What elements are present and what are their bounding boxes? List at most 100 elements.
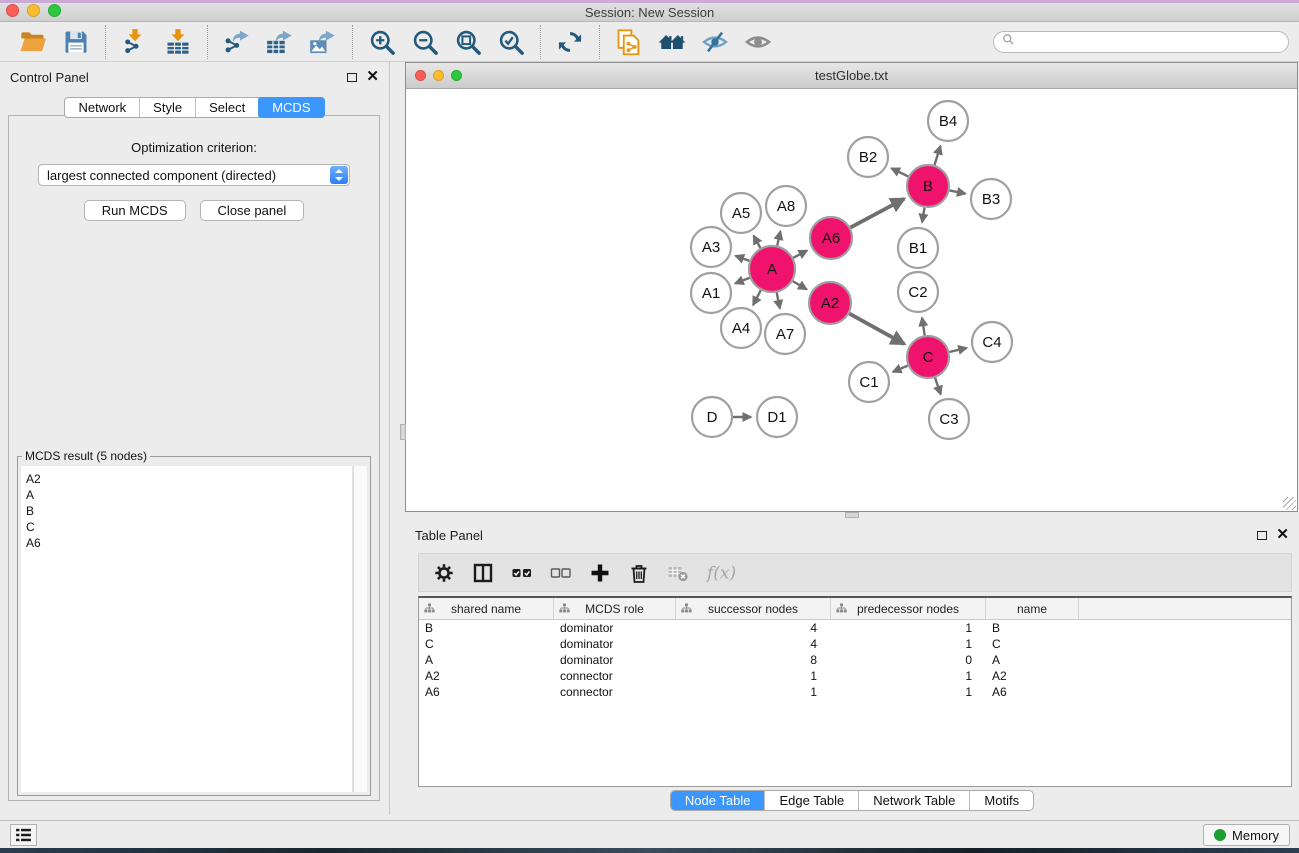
deselect-all-columns-icon[interactable] <box>550 560 572 586</box>
home-layout-icon[interactable] <box>654 25 690 59</box>
mcds-result-item[interactable]: A6 <box>26 535 352 551</box>
save-session-icon[interactable] <box>58 25 94 59</box>
table-row[interactable]: A2connector11A2 <box>419 668 1291 684</box>
graph-node-C[interactable]: C <box>907 336 949 378</box>
column-header-shared-name[interactable]: shared name <box>419 598 554 619</box>
zoom-fit-icon[interactable] <box>450 25 486 59</box>
graph-node-B4[interactable]: B4 <box>928 101 968 141</box>
memory-label: Memory <box>1232 828 1279 843</box>
graph-node-B2[interactable]: B2 <box>848 137 888 177</box>
select-all-columns-icon[interactable] <box>511 560 533 586</box>
duplicate-network-icon[interactable] <box>611 25 647 59</box>
close-panel-button[interactable]: Close panel <box>200 200 305 221</box>
tab-node-table[interactable]: Node Table <box>671 791 766 810</box>
graph-node-A1[interactable]: A1 <box>691 273 731 313</box>
mcds-result-list[interactable]: A2ABCA6 <box>21 466 353 792</box>
memory-button[interactable]: Memory <box>1203 824 1290 846</box>
settings-gear-icon[interactable] <box>433 560 455 586</box>
mcds-result-item[interactable]: A2 <box>26 471 352 487</box>
network-canvas[interactable]: B4 B2 B B3 A5A8A6 A3 B1 A A1 C2 A2 A4A7 C4 C C1 D D1 C3 <box>406 89 1297 511</box>
network-window-titlebar[interactable]: testGlobe.txt <box>406 63 1297 89</box>
criterion-select[interactable]: largest connected component (directed) <box>38 164 350 186</box>
mcds-result-item[interactable]: B <box>26 503 352 519</box>
table-header-row: shared nameMCDS rolesuccessor nodesprede… <box>419 598 1291 620</box>
table-cell: 1 <box>831 684 986 700</box>
zoom-out-icon[interactable] <box>407 25 443 59</box>
network-graph[interactable]: B4 B2 B B3 A5A8A6 A3 B1 A A1 C2 A2 A4A7 C4 C C1 D D1 C3 <box>406 89 1297 511</box>
delete-table-icon[interactable] <box>667 560 689 586</box>
tab-network-table[interactable]: Network Table <box>859 791 970 810</box>
tab-mcds[interactable]: MCDS <box>258 97 324 118</box>
close-window-button[interactable] <box>6 4 19 17</box>
close-table-panel-icon[interactable]: ✕ <box>1276 530 1289 540</box>
import-table-icon[interactable] <box>160 25 196 59</box>
graph-node-B1[interactable]: B1 <box>898 228 938 268</box>
float-table-panel-icon[interactable] <box>1257 531 1267 540</box>
add-column-icon[interactable] <box>589 560 611 586</box>
graph-node-A6[interactable]: A6 <box>810 217 852 259</box>
tab-network[interactable]: Network <box>65 98 140 117</box>
splitter-handle-vertical[interactable] <box>400 424 406 440</box>
graph-node-A3[interactable]: A3 <box>691 227 731 267</box>
tab-edge-table[interactable]: Edge Table <box>765 791 859 810</box>
graph-node-A4[interactable]: A4 <box>721 308 761 348</box>
export-image-icon[interactable] <box>305 25 341 59</box>
close-panel-icon[interactable]: ✕ <box>366 72 379 82</box>
network-column-icon <box>424 603 435 617</box>
mcds-result-item[interactable]: C <box>26 519 352 535</box>
show-graphics-details-icon[interactable] <box>740 25 776 59</box>
column-header-successor-nodes[interactable]: successor nodes <box>676 598 831 619</box>
table-row[interactable]: Bdominator41B <box>419 620 1291 636</box>
tab-select[interactable]: Select <box>196 98 259 117</box>
table-row[interactable]: Adominator80A <box>419 652 1291 668</box>
splitter-handle-horizontal[interactable] <box>845 512 859 518</box>
graph-node-B3[interactable]: B3 <box>971 179 1011 219</box>
refresh-icon[interactable] <box>552 25 588 59</box>
graph-node-C2[interactable]: C2 <box>898 272 938 312</box>
network-minimize-button[interactable] <box>433 70 444 81</box>
graph-node-D[interactable]: D <box>692 397 732 437</box>
zoom-selected-icon[interactable] <box>493 25 529 59</box>
column-header-name[interactable]: name <box>986 598 1079 619</box>
hide-graphics-details-icon[interactable] <box>697 25 733 59</box>
network-close-button[interactable] <box>415 70 426 81</box>
import-network-icon[interactable] <box>117 25 153 59</box>
tab-style[interactable]: Style <box>140 98 196 117</box>
graph-node-A7[interactable]: A7 <box>765 314 805 354</box>
export-network-icon[interactable] <box>219 25 255 59</box>
mcds-result-item[interactable]: A <box>26 487 352 503</box>
split-columns-icon[interactable] <box>472 560 494 586</box>
table-row[interactable]: A6connector11A6 <box>419 684 1291 700</box>
tab-motifs[interactable]: Motifs <box>970 791 1033 810</box>
graph-node-C3[interactable]: C3 <box>929 399 969 439</box>
graph-node-A2[interactable]: A2 <box>809 282 851 324</box>
resize-grip[interactable] <box>1283 497 1296 510</box>
graph-node-A5[interactable]: A5 <box>721 193 761 233</box>
export-table-icon[interactable] <box>262 25 298 59</box>
network-zoom-button[interactable] <box>451 70 462 81</box>
result-scrollbar[interactable] <box>353 466 367 792</box>
graph-node-label: B3 <box>982 191 1000 208</box>
mcds-result-group: MCDS result (5 nodes) A2ABCA6 <box>17 456 371 796</box>
graph-edge-B-B4 <box>935 146 941 165</box>
open-file-icon[interactable] <box>15 25 51 59</box>
run-mcds-button[interactable]: Run MCDS <box>84 200 186 221</box>
graph-node-B[interactable]: B <box>907 165 949 207</box>
minimize-window-button[interactable] <box>27 4 40 17</box>
search-field[interactable] <box>993 31 1289 53</box>
column-header-predecessor-nodes[interactable]: predecessor nodes <box>831 598 986 619</box>
zoom-in-icon[interactable] <box>364 25 400 59</box>
delete-column-icon[interactable] <box>628 560 650 586</box>
zoom-window-button[interactable] <box>48 4 61 17</box>
task-history-button[interactable] <box>10 824 37 846</box>
table-row[interactable]: Cdominator41C <box>419 636 1291 652</box>
graph-node-A[interactable]: A <box>749 246 795 292</box>
graph-node-C4[interactable]: C4 <box>972 322 1012 362</box>
graph-node-D1[interactable]: D1 <box>757 397 797 437</box>
search-input[interactable] <box>1019 33 1288 51</box>
graph-node-C1[interactable]: C1 <box>849 362 889 402</box>
graph-node-A8[interactable]: A8 <box>766 186 806 226</box>
function-builder-icon[interactable]: f(x) <box>706 560 740 586</box>
column-header-MCDS-role[interactable]: MCDS role <box>554 598 676 619</box>
float-panel-icon[interactable] <box>347 73 357 82</box>
